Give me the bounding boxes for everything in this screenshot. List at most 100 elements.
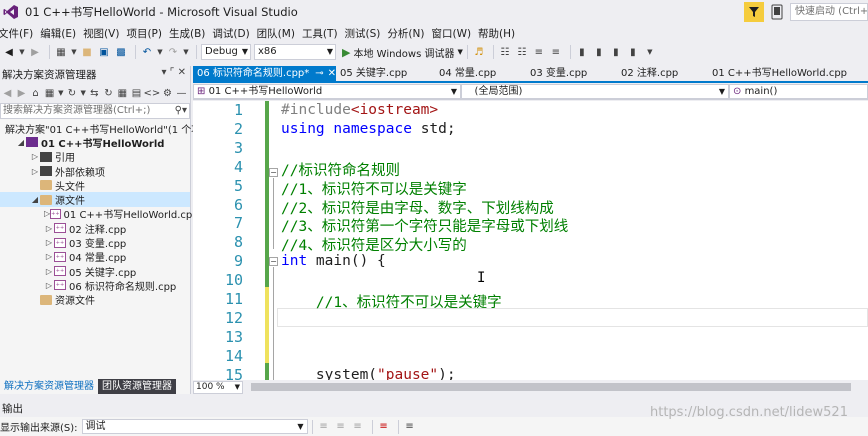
tab-solution-explorer[interactable]: 解决方案资源管理器 [0, 379, 98, 394]
tree-item[interactable]: ◢ 01 C++书写HelloWorld [0, 135, 190, 150]
pending-changes-filter-icon[interactable]: ↻ [66, 86, 77, 100]
editor-tab[interactable]: 02 注释.cpp [617, 66, 708, 81]
redo-icon[interactable]: ↷ [166, 45, 180, 59]
quick-launch-input[interactable]: 快速启动 (Ctrl+Q) [790, 3, 868, 21]
sync-icon[interactable]: ⇆ [89, 86, 100, 100]
open-file-icon[interactable]: ■ [80, 45, 94, 59]
solution-explorer-icon[interactable]: ☷ [515, 45, 529, 59]
chevron-down-icon[interactable]: ▾ [162, 67, 167, 78]
word-wrap-icon[interactable]: ≡ [403, 420, 417, 434]
code-line[interactable]: //3、标识符第一个字符只能是字母或下划线 [281, 215, 568, 236]
find-message-icon[interactable]: ≡ [317, 420, 331, 434]
editor-tab[interactable]: 01 C++书写HelloWorld.cpp [708, 66, 863, 81]
tree-item[interactable]: ▷ ++ 02 注释.cpp [0, 221, 190, 236]
code-line[interactable]: using namespace std; [281, 121, 456, 137]
code-line[interactable]: int main() { [281, 253, 386, 269]
editor-tab[interactable]: 05 关键字.cpp [336, 66, 435, 81]
show-all-files-icon[interactable]: ▤ [131, 86, 142, 100]
find-in-files-icon[interactable]: ☷ [498, 45, 512, 59]
notifications-filter-button[interactable] [744, 2, 764, 22]
editor-tab[interactable]: 03 变量.cpp [526, 66, 617, 81]
collapse-all-icon[interactable]: ▦ [117, 86, 128, 100]
code-line[interactable]: //1、标识符不可以是关键字 [281, 178, 467, 199]
code-line[interactable]: //4、标识符是区分大小写的 [281, 234, 467, 255]
comment-out-icon[interactable]: ≡ [532, 45, 546, 59]
prev-message-icon[interactable]: ≡ [334, 420, 348, 434]
next-message-icon[interactable]: ≡ [351, 420, 365, 434]
menu-item[interactable]: 工具(T) [302, 26, 345, 41]
pin-icon[interactable]: ⌜ [170, 67, 175, 78]
menu-item[interactable]: 窗口(W) [431, 26, 478, 41]
editor-tab[interactable]: 04 常量.cpp [435, 66, 526, 81]
save-all-icon[interactable]: ▩ [114, 45, 128, 59]
save-icon[interactable]: ▣ [97, 45, 111, 59]
preview-icon[interactable]: — [176, 86, 187, 100]
collapsed-arrow-icon[interactable]: ▷ [44, 224, 54, 233]
expanded-arrow-icon[interactable]: ◢ [30, 195, 40, 204]
clear-all-icon[interactable]: ≡ [377, 420, 391, 434]
code-line[interactable]: system("pause"); [281, 367, 456, 380]
tree-item[interactable]: ▷ ++ 03 变量.cpp [0, 235, 190, 250]
search-icon[interactable]: ⚲▾ [175, 104, 187, 118]
next-bookmark-icon[interactable]: ▮ [609, 45, 623, 59]
tree-item[interactable]: 头文件 [0, 178, 190, 193]
properties-icon[interactable]: ⚙ [162, 86, 173, 100]
scope-dropdown[interactable]: (全局范围) ▼ [461, 84, 729, 99]
menu-item[interactable]: 视图(V) [83, 26, 126, 41]
expanded-arrow-icon[interactable]: ◢ [16, 138, 26, 147]
zoom-select[interactable]: 100 % ▼ [193, 380, 243, 394]
code-line[interactable]: //标识符命名规则 [281, 159, 400, 180]
tree-item[interactable]: 解决方案"01 C++书写HelloWorld"(1 个项目) [0, 121, 215, 136]
chevron-down-icon[interactable]: ▼ [457, 48, 462, 56]
chevron-down-icon[interactable]: ▼ [71, 45, 77, 59]
solution-platform-select[interactable]: x86 ▼ [254, 44, 336, 60]
code-line[interactable]: //1、标识符不可以是关键字 [281, 291, 502, 312]
chevron-down-icon[interactable]: ▼ [183, 45, 189, 59]
menu-item[interactable]: 项目(P) [126, 26, 169, 41]
tree-item[interactable]: ◢ 源文件 [0, 192, 190, 207]
tree-item[interactable]: ▷ ++ 01 C++书写HelloWorld.cpp [0, 207, 199, 221]
tree-item[interactable]: 资源文件 [0, 293, 190, 307]
menu-item[interactable]: 调试(D) [212, 26, 256, 41]
tab-team-explorer[interactable]: 团队资源管理器 [98, 379, 176, 394]
member-dropdown[interactable]: ⊙ main() [729, 84, 868, 99]
collapse-region-icon[interactable]: − [269, 257, 278, 266]
solution-explorer-search-input[interactable]: 搜索解决方案资源管理器(Ctrl+;) ⚲▾ [0, 103, 190, 119]
tree-item[interactable]: ▷ ++ 06 标识符命名规则.cpp [0, 278, 190, 293]
editor-tab[interactable]: 06 标识符命名规则.cpp* ⊸ ✕ [193, 66, 336, 81]
bookmark-icon[interactable]: ▮ [575, 45, 589, 59]
chevron-down-icon[interactable]: ▼ [80, 86, 85, 100]
toolbar-overflow-icon[interactable]: ▼ [643, 45, 657, 59]
menu-item[interactable]: 编辑(E) [40, 26, 83, 41]
collapsed-arrow-icon[interactable]: ▷ [30, 167, 40, 176]
menu-item[interactable]: 测试(S) [345, 26, 388, 41]
tree-item[interactable]: ▷ ++ 05 关键字.cpp [0, 264, 190, 279]
tree-item[interactable]: ▷ 外部依赖项 [0, 164, 190, 179]
menu-item[interactable]: 生成(B) [169, 26, 212, 41]
uncomment-icon[interactable]: ≡ [549, 45, 563, 59]
collapsed-arrow-icon[interactable]: ▷ [44, 267, 54, 276]
collapsed-arrow-icon[interactable]: ▷ [30, 152, 40, 161]
code-line[interactable]: //2、标识符是由字母、数字、下划线构成 [281, 197, 554, 218]
prev-bookmark-icon[interactable]: ▮ [592, 45, 606, 59]
new-project-icon[interactable]: ▦ [54, 45, 68, 59]
chevron-down-icon[interactable]: ▼ [58, 86, 63, 100]
collapsed-arrow-icon[interactable]: ▷ [44, 238, 54, 247]
horizontal-scrollbar[interactable] [251, 383, 851, 391]
close-icon[interactable]: ✕ [328, 68, 336, 79]
chevron-down-icon[interactable]: ▼ [157, 45, 163, 59]
code-editor[interactable]: 1 2 3 4 5 6 7 8 9 10 11 12 13 14 15 #include<iostream>… [193, 101, 868, 380]
clear-bookmarks-icon[interactable]: ▮ [626, 45, 640, 59]
attach-process-icon[interactable]: ♬ [472, 45, 486, 59]
menu-item[interactable]: 文件(F) [0, 26, 40, 41]
menu-item[interactable]: 分析(N) [387, 26, 431, 41]
close-icon[interactable]: ✕ [178, 67, 186, 78]
project-dropdown[interactable]: ⊞ 01 C++书写HelloWorld ▼ [193, 84, 461, 99]
menu-item[interactable]: 团队(M) [257, 26, 302, 41]
chevron-down-icon[interactable]: ▼ [19, 45, 25, 59]
refresh-icon[interactable]: ↻ [103, 86, 114, 100]
solution-configuration-select[interactable]: Debug ▼ [201, 44, 251, 60]
collapse-region-icon[interactable]: − [269, 168, 278, 177]
feedback-icon[interactable] [770, 4, 784, 20]
code-view-icon[interactable]: <> [144, 86, 161, 100]
